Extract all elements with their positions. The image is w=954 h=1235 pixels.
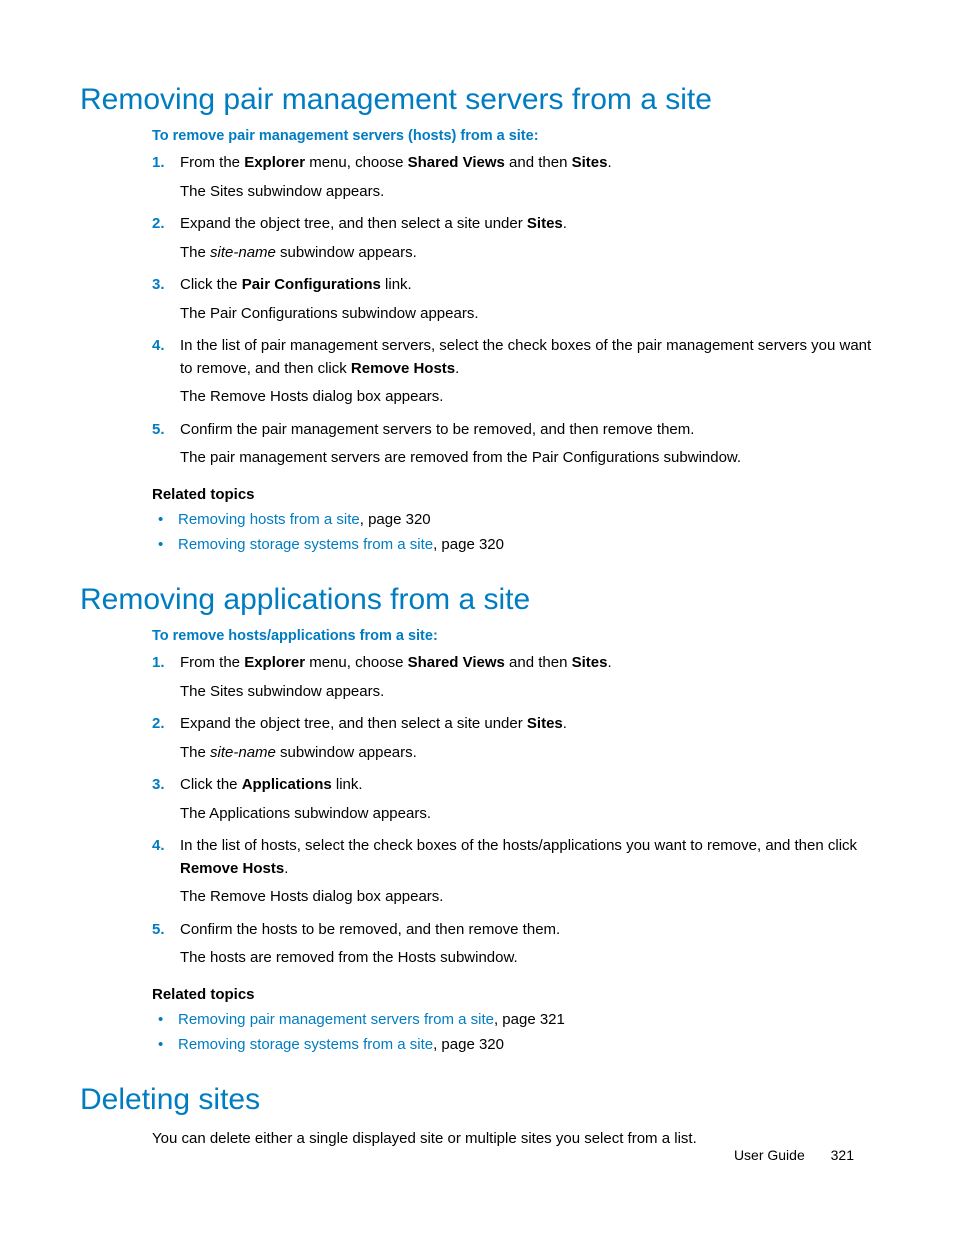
heading-removing-applications: Removing applications from a site xyxy=(80,582,874,618)
related-item: Removing hosts from a site, page 320 xyxy=(152,509,874,531)
intro-remove-pair: To remove pair management servers (hosts… xyxy=(152,128,874,144)
step-3: Click the Applications link. The Applica… xyxy=(152,774,874,825)
step-5: Confirm the hosts to be removed, and the… xyxy=(152,919,874,970)
step-2-note: The site-name subwindow appears. xyxy=(180,242,874,265)
step-1-body: From the Explorer menu, choose Shared Vi… xyxy=(180,652,874,675)
step-4: In the list of pair management servers, … xyxy=(152,335,874,409)
link-removing-pair-servers[interactable]: Removing pair management servers from a … xyxy=(178,1011,494,1028)
step-5-note: The hosts are removed from the Hosts sub… xyxy=(180,947,874,970)
step-5-note: The pair management servers are removed … xyxy=(180,447,874,470)
step-1: From the Explorer menu, choose Shared Vi… xyxy=(152,652,874,703)
related-list-1: Removing hosts from a site, page 320 Rem… xyxy=(152,509,874,557)
link-removing-hosts[interactable]: Removing hosts from a site xyxy=(178,511,360,528)
step-1-note: The Sites subwindow appears. xyxy=(180,181,874,204)
step-3-body: Click the Pair Configurations link. xyxy=(180,274,874,297)
step-2-body: Expand the object tree, and then select … xyxy=(180,213,874,236)
intro-remove-apps: To remove hosts/applications from a site… xyxy=(152,628,874,644)
heading-deleting-sites: Deleting sites xyxy=(80,1082,874,1118)
page-footer: User Guide 321 xyxy=(734,1147,854,1163)
steps-remove-pair: From the Explorer menu, choose Shared Vi… xyxy=(152,152,874,470)
step-5-body: Confirm the hosts to be removed, and the… xyxy=(180,919,874,942)
step-2-note: The site-name subwindow appears. xyxy=(180,742,874,765)
step-2: Expand the object tree, and then select … xyxy=(152,713,874,764)
related-heading-2: Related topics xyxy=(152,986,874,1003)
step-2-body: Expand the object tree, and then select … xyxy=(180,713,874,736)
related-list-2: Removing pair management servers from a … xyxy=(152,1009,874,1057)
link-removing-storage[interactable]: Removing storage systems from a site xyxy=(178,536,433,553)
link-removing-storage-2[interactable]: Removing storage systems from a site xyxy=(178,1036,433,1053)
step-3-note: The Applications subwindow appears. xyxy=(180,803,874,826)
step-4-body: In the list of pair management servers, … xyxy=(180,335,874,380)
related-item: Removing storage systems from a site, pa… xyxy=(152,1034,874,1056)
footer-label: User Guide xyxy=(734,1147,805,1163)
step-1-body: From the Explorer menu, choose Shared Vi… xyxy=(180,152,874,175)
heading-removing-pair-management: Removing pair management servers from a … xyxy=(80,82,874,118)
related-heading-1: Related topics xyxy=(152,486,874,503)
step-2: Expand the object tree, and then select … xyxy=(152,213,874,264)
step-4: In the list of hosts, select the check b… xyxy=(152,835,874,909)
step-3-body: Click the Applications link. xyxy=(180,774,874,797)
step-3: Click the Pair Configurations link. The … xyxy=(152,274,874,325)
step-4-body: In the list of hosts, select the check b… xyxy=(180,835,874,880)
step-5-body: Confirm the pair management servers to b… xyxy=(180,419,874,442)
related-item: Removing pair management servers from a … xyxy=(152,1009,874,1031)
page-number: 321 xyxy=(831,1147,854,1163)
step-3-note: The Pair Configurations subwindow appear… xyxy=(180,303,874,326)
step-1-note: The Sites subwindow appears. xyxy=(180,681,874,704)
related-item: Removing storage systems from a site, pa… xyxy=(152,534,874,556)
step-5: Confirm the pair management servers to b… xyxy=(152,419,874,470)
step-1: From the Explorer menu, choose Shared Vi… xyxy=(152,152,874,203)
step-4-note: The Remove Hosts dialog box appears. xyxy=(180,386,874,409)
step-4-note: The Remove Hosts dialog box appears. xyxy=(180,886,874,909)
steps-remove-apps: From the Explorer menu, choose Shared Vi… xyxy=(152,652,874,970)
